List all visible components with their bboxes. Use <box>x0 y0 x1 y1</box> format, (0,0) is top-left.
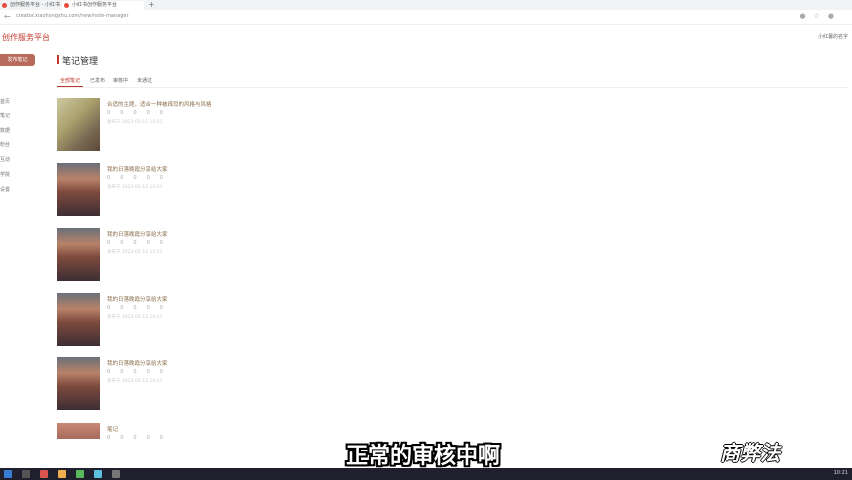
note-stats: 0 0 0 0 0 <box>107 305 173 311</box>
comment-count: 0 <box>146 240 150 246</box>
note-thumbnail[interactable] <box>57 293 100 346</box>
browser-tab-active[interactable]: 小红书创作服务平台 <box>62 1 144 10</box>
note-thumbnail[interactable] <box>57 357 100 410</box>
like-count: 0 <box>120 305 124 311</box>
sidebar-item-settings[interactable]: 设置 <box>0 186 10 193</box>
tab-published[interactable]: 已发布 <box>90 77 105 84</box>
sidebar-item-interact[interactable]: 互动 <box>0 156 10 163</box>
like-count: 0 <box>120 369 124 375</box>
view-count: 0 <box>107 110 111 116</box>
share-count: 0 <box>159 240 163 246</box>
publish-note-button[interactable]: 发布笔记 <box>0 54 35 66</box>
like-count: 0 <box>120 435 124 441</box>
note-time: 发布于 2023-05-12 10:21 <box>107 250 163 255</box>
taskbar: 10:21 <box>0 468 852 480</box>
like-count: 0 <box>120 110 124 116</box>
share-count: 0 <box>159 110 163 116</box>
comment-count: 0 <box>146 110 150 116</box>
note-time: 发布于 2023-05-12 10:21 <box>107 315 163 320</box>
back-arrow-icon[interactable]: ← <box>4 12 11 21</box>
new-tab-icon[interactable]: + <box>148 0 155 10</box>
note-stats: 0 0 0 0 0 <box>107 435 173 441</box>
note-thumbnail[interactable] <box>57 163 100 216</box>
collect-count: 0 <box>133 240 137 246</box>
tab-label: 小红书创作服务平台 <box>72 2 118 8</box>
tab-all-notes[interactable]: 全部笔记 <box>60 77 80 84</box>
tab-label: 创作服务平台 - 小红书 <box>10 2 60 8</box>
collect-count: 0 <box>133 369 137 375</box>
note-item[interactable]: 我的日落晚霞分享给大家 0 0 0 0 0 发布于 2023-05-12 10:21 <box>57 228 817 283</box>
note-title[interactable]: 合适的主题，适合一种被疏忽的风格与风格 <box>107 100 212 108</box>
note-stats: 0 0 0 0 0 <box>107 110 173 116</box>
note-thumbnail[interactable] <box>57 98 100 151</box>
view-count: 0 <box>107 305 111 311</box>
note-stats: 0 0 0 0 0 <box>107 369 173 375</box>
collect-count: 0 <box>133 175 137 181</box>
watermark: 商弊法 <box>720 441 780 465</box>
note-title[interactable]: 我的日落晚霞分享给大家 <box>107 359 168 367</box>
note-thumbnail[interactable] <box>57 423 100 439</box>
clock[interactable]: 10:21 <box>834 470 848 476</box>
share-count: 0 <box>159 175 163 181</box>
chrome-icon[interactable] <box>76 470 84 478</box>
note-time: 发布于 2023-05-12 10:21 <box>107 120 163 125</box>
address-bar[interactable]: ← creator.xiaohongshu.com/new/note-manag… <box>0 10 852 25</box>
note-title[interactable]: 我的日落晚霞分享给大家 <box>107 230 168 238</box>
comment-count: 0 <box>146 305 150 311</box>
tab-divider <box>57 87 847 88</box>
search-icon[interactable] <box>22 470 30 478</box>
tab-rejected[interactable]: 未通过 <box>137 77 152 84</box>
note-item[interactable]: 合适的主题，适合一种被疏忽的风格与风格 0 0 0 0 0 发布于 2023-05-12… <box>57 98 817 153</box>
note-time: 发布于 2023-05-12 10:21 <box>107 185 163 190</box>
view-count: 0 <box>107 435 111 441</box>
share-count: 0 <box>159 435 163 441</box>
sidebar-item-fans[interactable]: 粉丝 <box>0 141 10 148</box>
sidebar-item-notes[interactable]: 笔记 <box>0 112 10 119</box>
collect-count: 0 <box>133 110 137 116</box>
tab-favicon-icon <box>64 3 69 8</box>
like-count: 0 <box>120 240 124 246</box>
note-item[interactable]: 我的日落晚霞分享给大家 0 0 0 0 0 发布于 2023-05-12 10:21 <box>57 163 817 218</box>
note-thumbnail[interactable] <box>57 228 100 281</box>
view-count: 0 <box>107 369 111 375</box>
page-title: 笔记管理 <box>62 57 99 67</box>
like-count: 0 <box>120 175 124 181</box>
browser-tab-bar: 创作服务平台 - 小红书 小红书创作服务平台 + <box>0 0 852 10</box>
view-count: 0 <box>107 240 111 246</box>
tab-reviewing[interactable]: 审核中 <box>113 77 128 84</box>
note-title[interactable]: 笔记 <box>107 425 118 433</box>
collect-count: 0 <box>133 305 137 311</box>
note-title[interactable]: 我的日落晚霞分享给大家 <box>107 165 168 173</box>
video-subtitle: 正常的审核中啊 <box>346 444 501 469</box>
note-stats: 0 0 0 0 0 <box>107 240 173 246</box>
note-title[interactable]: 我的日落晚霞分享给大家 <box>107 295 168 303</box>
sidebar-item-academy[interactable]: 学院 <box>0 171 10 178</box>
start-icon[interactable] <box>4 470 12 478</box>
sidebar-item-data[interactable]: 数据 <box>0 127 10 134</box>
view-count: 0 <box>107 175 111 181</box>
title-accent <box>57 55 59 64</box>
app-icon[interactable] <box>112 470 120 478</box>
share-count: 0 <box>159 305 163 311</box>
browser-tab[interactable]: 创作服务平台 - 小红书 <box>0 1 60 10</box>
collect-count: 0 <box>133 435 137 441</box>
sidebar-item-home[interactable]: 首页 <box>0 98 10 105</box>
tab-favicon-icon <box>2 3 7 8</box>
comment-count: 0 <box>146 175 150 181</box>
user-name[interactable]: 小红薯的名字 <box>818 33 848 40</box>
note-item[interactable]: 我的日落晚霞分享给大家 0 0 0 0 0 发布于 2023-05-12 10:21 <box>57 357 817 412</box>
app-icon[interactable] <box>40 470 48 478</box>
comment-count: 0 <box>146 369 150 375</box>
comment-count: 0 <box>146 435 150 441</box>
note-item[interactable]: 我的日落晚霞分享给大家 0 0 0 0 0 发布于 2023-05-12 10:21 <box>57 293 817 348</box>
app-icon[interactable] <box>94 470 102 478</box>
url-text[interactable]: creator.xiaohongshu.com/new/note-manager <box>16 13 129 19</box>
share-count: 0 <box>159 369 163 375</box>
note-stats: 0 0 0 0 0 <box>107 175 173 181</box>
note-time: 发布于 2023-05-12 10:21 <box>107 379 163 384</box>
folder-icon[interactable] <box>58 470 66 478</box>
app-logo[interactable]: 创作服务平台 <box>2 32 50 43</box>
browser-action-icons[interactable]: ●☆● <box>800 12 843 20</box>
